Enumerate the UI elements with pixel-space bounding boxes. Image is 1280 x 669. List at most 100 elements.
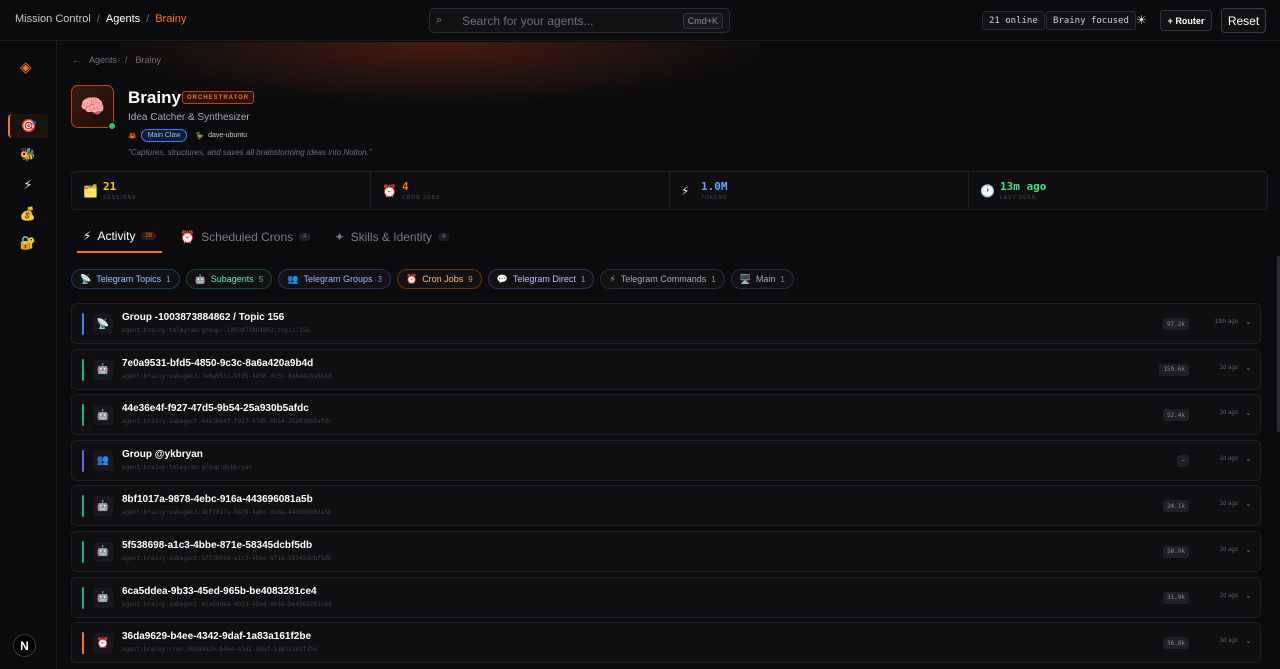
- session-type-indicator: [82, 540, 84, 563]
- filter-icon: ⏰: [405, 273, 418, 284]
- search-input[interactable]: Search for your agents...: [462, 14, 683, 28]
- stat-sessions: 🗂️ 21 SESSIONS: [72, 172, 371, 209]
- session-key: agent:brainy:subagent:44e36e4f-f927-47d5…: [122, 418, 332, 426]
- filter-count: 1: [166, 274, 171, 284]
- filter-count: 1: [711, 274, 716, 284]
- main-content: ← Agents / Brainy 🧠 Brainy ORCHESTRATOR …: [58, 42, 1280, 669]
- tab-icon: ⏰: [180, 230, 196, 244]
- filter-count: 3: [377, 274, 382, 284]
- filter-chip-telegram-direct[interactable]: 💬 Telegram Direct 1: [487, 269, 595, 289]
- chevron-down-icon[interactable]: ⌄: [1245, 363, 1252, 372]
- filter-chips: 📡 Telegram Topics 1 🤖 Subagents 5 👥 Telegram Gr…: [71, 269, 794, 289]
- search-shortcut: Cmd+K: [682, 12, 723, 29]
- session-type-icon: 🤖: [93, 496, 113, 517]
- filter-chip-telegram-groups[interactable]: 👥 Telegram Groups 3: [278, 269, 391, 289]
- tab-scheduled-crons[interactable]: ⏰ Scheduled Crons 4: [174, 229, 316, 253]
- filter-label: Cron Jobs: [422, 274, 464, 284]
- bee-icon: 🐝: [19, 147, 37, 163]
- session-row[interactable]: 👥 Group @ykbryan agent:brainy:telegram:gro…: [71, 439, 1261, 481]
- stat-tokens-icon: ⚡: [681, 184, 690, 198]
- back-arrow-icon[interactable]: ←: [72, 55, 81, 65]
- stat-label: CRON JOBS: [402, 195, 441, 201]
- session-key: agent:brainy:subagent:6ca5ddea-9b33-45ed…: [122, 600, 332, 608]
- filter-label: Telegram Topics: [96, 274, 162, 284]
- tab-activity[interactable]: ⚡ Activity 28: [77, 229, 163, 253]
- main-claw-badge[interactable]: Main Claw: [140, 129, 188, 142]
- filter-label: Subagents: [210, 274, 254, 284]
- filter-chip-main[interactable]: 🖥️ Main 1: [730, 269, 794, 289]
- session-row[interactable]: 🤖 8bf1017a-9878-4ebc-916a-443696081a5b age…: [71, 485, 1261, 527]
- filter-icon: 👥: [287, 273, 299, 284]
- sidebar-item-target[interactable]: 🎯: [8, 114, 48, 138]
- stat-value: 13m ago: [1000, 180, 1047, 193]
- focused-agent-badge: Brainy focused: [1046, 11, 1136, 30]
- back-link-agents[interactable]: Agents: [89, 55, 117, 65]
- reset-button[interactable]: Reset: [1221, 8, 1266, 33]
- breadcrumb: Mission Control / Agents / Brainy: [15, 13, 186, 25]
- tab-skills-identity[interactable]: ✦ Skills & Identity 4: [329, 229, 456, 253]
- chevron-down-icon[interactable]: ⌄: [1245, 408, 1252, 417]
- filter-label: Telegram Direct: [512, 274, 576, 284]
- chevron-down-icon[interactable]: ⌄: [1245, 545, 1252, 554]
- session-last-active: 2d ago: [1219, 455, 1238, 462]
- filter-chip-telegram-commands[interactable]: ⚡ Telegram Commands 1: [600, 269, 725, 289]
- chevron-down-icon[interactable]: ⌄: [1245, 454, 1252, 463]
- session-last-active: 2d ago: [1219, 592, 1238, 599]
- agent-subtitle: Idea Catcher & Synthesizer: [128, 112, 250, 123]
- search-bar[interactable]: ⌕ Search for your agents... Cmd+K: [429, 8, 730, 33]
- session-key: agent:brainy:subagent:5f538698-a1c3-4bbe…: [122, 554, 332, 562]
- tab-icon: ✦: [334, 230, 345, 244]
- user-avatar[interactable]: N: [13, 634, 36, 657]
- filter-chip-cron-jobs[interactable]: ⏰ Cron Jobs 9: [396, 269, 482, 289]
- session-title: Group -1003873884862 / Topic 156: [122, 312, 285, 323]
- sidebar-item-money-bag[interactable]: 💰: [8, 202, 48, 226]
- agent-meta: 🦀 Main Claw 🦆 dave-ubuntu: [128, 129, 247, 142]
- sidebar-item-lock[interactable]: 🔐: [8, 231, 48, 255]
- add-router-button[interactable]: + Router: [1160, 10, 1212, 31]
- tab-label: Activity: [97, 229, 136, 243]
- theme-toggle-sun-icon[interactable]: ☀: [1136, 13, 1147, 27]
- filter-chip-telegram-topics[interactable]: 📡 Telegram Topics 1: [71, 269, 180, 289]
- stat-value: 21: [103, 180, 117, 193]
- logo-icon[interactable]: ◈: [20, 58, 32, 76]
- stat-cron-jobs-icon: ⏰: [382, 184, 397, 198]
- filter-icon: ⚡: [609, 273, 616, 284]
- session-last-active: 2d ago: [1219, 364, 1238, 371]
- sidebar-item-bee[interactable]: 🐝: [8, 143, 48, 167]
- session-type-indicator: [82, 495, 84, 518]
- filter-chip-subagents[interactable]: 🤖 Subagents 5: [185, 269, 273, 289]
- breadcrumb-agents[interactable]: Agents: [106, 13, 140, 25]
- session-type-indicator: [82, 632, 84, 655]
- session-row[interactable]: 🤖 6ca5ddea-9b33-45ed-965b-be4083281ce4 age…: [71, 576, 1261, 618]
- sidebar-item-lightning[interactable]: ⚡: [8, 173, 48, 197]
- role-badge: ORCHESTRATOR: [182, 91, 255, 104]
- chevron-down-icon[interactable]: ⌄: [1245, 636, 1252, 645]
- agent-description: "Captures, structures, and saves all bra…: [128, 148, 372, 157]
- sidebar: ◈ 🎯 🐝 ⚡ 💰 🔐 N: [0, 41, 57, 669]
- session-row[interactable]: 🤖 7e0a9531-bfd5-4850-9c3c-8a6a420a9b4d age…: [71, 348, 1261, 390]
- breadcrumb-mission-control[interactable]: Mission Control: [15, 13, 91, 25]
- session-key: agent:brainy:cron:36da9629-b4ee-4342-9da…: [122, 646, 318, 654]
- session-token-count: —: [1177, 454, 1189, 467]
- session-title: 7e0a9531-bfd5-4850-9c3c-8a6a420a9b4d: [122, 357, 314, 369]
- filter-count: 1: [580, 274, 586, 284]
- filter-icon: 📡: [80, 273, 92, 284]
- breadcrumb-current: Brainy: [155, 13, 187, 25]
- session-type-icon: 🤖: [93, 541, 113, 562]
- agent-avatar-brain-icon: 🧠: [71, 85, 114, 128]
- chevron-down-icon[interactable]: ⌄: [1245, 499, 1252, 508]
- session-title: 6ca5ddea-9b33-45ed-965b-be4083281ce4: [122, 585, 317, 597]
- chevron-down-icon[interactable]: ⌄: [1245, 317, 1252, 326]
- session-list: 📡 Group -1003873884862 / Topic 156 agent:b…: [71, 303, 1261, 668]
- lock-icon: 🔐: [19, 235, 37, 251]
- session-type-indicator: [82, 449, 84, 472]
- stat-last-seen: 🕐 13m ago LAST SEEN: [969, 172, 1267, 209]
- session-row[interactable]: 🤖 5f538698-a1c3-4bbe-871e-58345dcbf5db age…: [71, 530, 1261, 572]
- stat-value: 4: [402, 180, 409, 193]
- session-row[interactable]: ⏰ 36da9629-b4ee-4342-9daf-1a83a161f2be age…: [71, 622, 1261, 664]
- session-row[interactable]: 📡 Group -1003873884862 / Topic 156 agent:b…: [71, 303, 1261, 344]
- chevron-down-icon[interactable]: ⌄: [1245, 591, 1252, 600]
- session-row[interactable]: 🤖 44e36e4f-f927-47d5-9b54-25a930b5afdc age…: [71, 394, 1261, 436]
- stat-cron-jobs: ⏰ 4 CRON JOBS: [371, 172, 670, 209]
- filter-label: Telegram Commands: [620, 274, 707, 284]
